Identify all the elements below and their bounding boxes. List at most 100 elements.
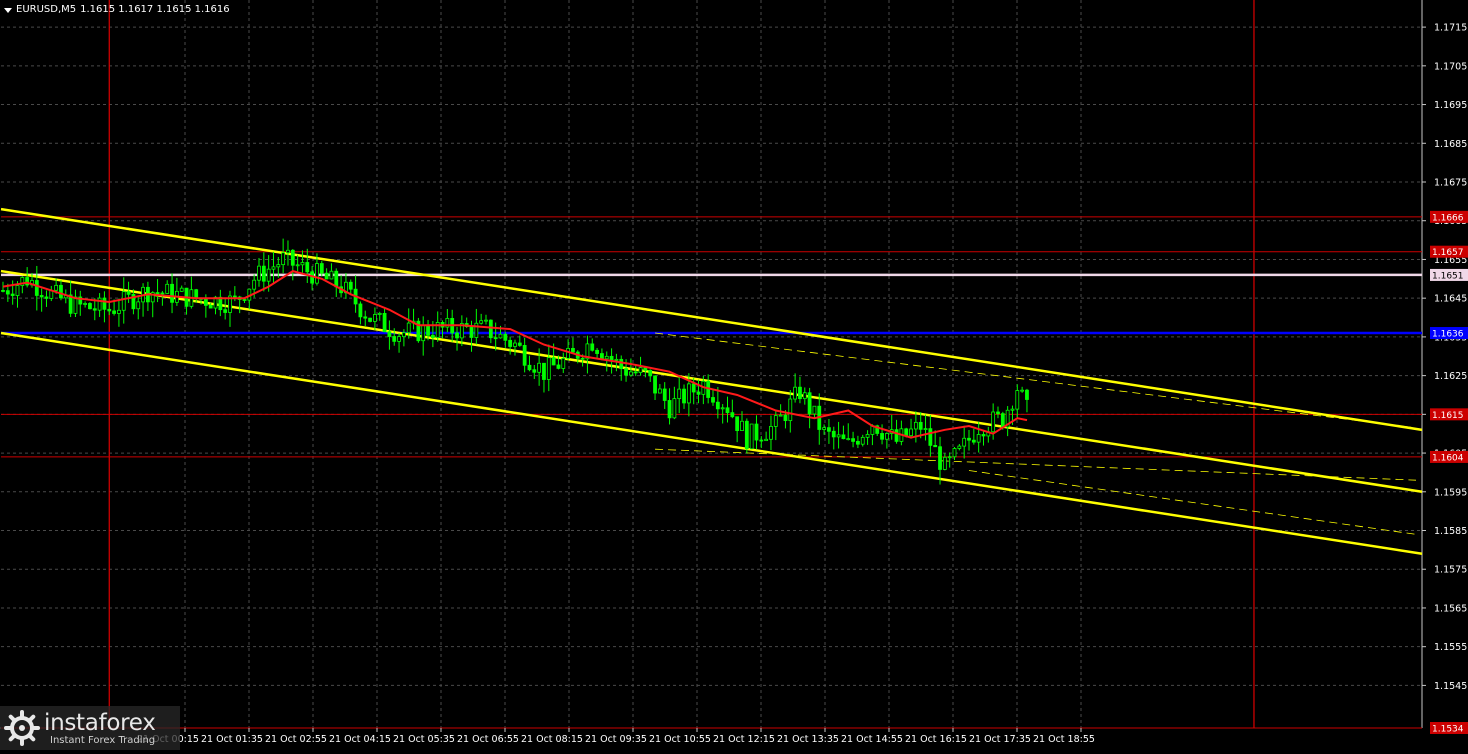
candle-body	[928, 428, 933, 446]
candle-body	[397, 336, 401, 342]
candle-body	[904, 428, 909, 437]
candle-body	[711, 397, 715, 403]
time-tick-label: 21 Oct 12:15	[713, 734, 775, 745]
watermark-tagline: Instant Forex Trading	[50, 734, 156, 746]
candle-body	[59, 284, 63, 299]
candle-body	[846, 438, 851, 441]
candle-body	[508, 339, 513, 347]
time-tick-label: 21 Oct 08:15	[521, 734, 583, 745]
candle-body	[257, 265, 261, 281]
candle-body	[677, 388, 682, 400]
chart-canvas[interactable]: 1.17151.17051.16951.16851.16751.16651.16…	[0, 0, 1468, 750]
candle-body	[962, 437, 967, 447]
candle-body	[788, 398, 793, 422]
candle-body	[83, 303, 88, 305]
candle-body	[155, 292, 160, 294]
candle-body	[1015, 390, 1020, 410]
candle-body	[720, 407, 725, 410]
candle-body	[455, 332, 459, 339]
level-price-tag-label: 1.1666	[1432, 213, 1464, 223]
candle-body	[305, 262, 310, 273]
candle-body	[696, 391, 701, 395]
candle-body	[836, 434, 841, 438]
dropdown-triangle-icon[interactable]	[4, 7, 12, 13]
candle-body	[537, 362, 542, 373]
time-tick-label: 21 Oct 06:55	[457, 734, 519, 745]
price-tick-label: 1.1685	[1434, 139, 1467, 150]
candle-body	[938, 446, 942, 470]
candle-body	[92, 308, 97, 311]
candle-body	[377, 312, 382, 315]
candle-body	[421, 324, 426, 342]
candle-body	[242, 299, 247, 301]
candle-body	[653, 375, 657, 394]
level-price-tag-label: 1.1604	[1432, 453, 1464, 463]
candle-body	[942, 456, 947, 470]
candle-body	[392, 336, 397, 342]
candle-body	[648, 369, 653, 377]
candle-body	[160, 292, 165, 295]
candle-body	[633, 371, 638, 374]
price-tick-label: 1.1705	[1434, 61, 1467, 72]
candle-body	[715, 401, 720, 410]
candle	[416, 317, 421, 343]
candle-body	[918, 421, 923, 430]
candle-body	[493, 337, 498, 340]
candle-body	[744, 420, 749, 450]
candle-body	[170, 283, 174, 303]
price-tick-label: 1.1715	[1434, 23, 1467, 34]
candle-body	[319, 263, 324, 274]
candle-body	[517, 342, 522, 346]
price-tick-label: 1.1625	[1434, 371, 1467, 382]
candle-body	[54, 284, 59, 291]
candle-body	[232, 295, 237, 298]
candle-body	[88, 303, 92, 310]
candle-body	[730, 412, 735, 418]
level-price-tag-label: 1.1636	[1432, 330, 1464, 340]
candle-body	[286, 249, 290, 254]
candle-body	[913, 421, 918, 430]
candle-body	[546, 357, 551, 380]
candle-body	[609, 355, 614, 361]
chart-background	[0, 0, 1468, 750]
candle-body	[735, 416, 740, 431]
candle-body	[556, 364, 561, 369]
level-price-tag-label: 1.1615	[1432, 411, 1464, 421]
candle-body	[798, 386, 802, 400]
candle-body	[208, 305, 213, 309]
candle-body	[290, 249, 295, 266]
candle-body	[754, 423, 759, 441]
candle-body	[909, 428, 913, 437]
candle-body	[571, 348, 575, 353]
candle-body	[488, 319, 493, 339]
watermark-brand: instaforex	[44, 709, 156, 736]
candle-body	[957, 445, 962, 449]
candle-body	[604, 355, 609, 360]
candle-body	[363, 316, 368, 319]
candle-body	[778, 414, 783, 417]
candle-body	[387, 331, 392, 337]
candle-body	[5, 290, 10, 295]
candle-body	[860, 436, 865, 445]
candle-body	[300, 262, 305, 266]
candle-body	[179, 287, 184, 292]
candle-body	[725, 407, 730, 414]
price-tick-label: 1.1575	[1434, 565, 1467, 576]
candle-body	[952, 448, 957, 458]
candle-body	[672, 398, 677, 419]
candle-body	[923, 428, 928, 431]
time-tick-label: 21 Oct 18:55	[1033, 734, 1095, 745]
candle-body	[15, 285, 20, 296]
watermark: instaforex Instant Forex Trading	[0, 706, 180, 750]
candle-body	[276, 264, 281, 268]
candle-body	[1025, 389, 1029, 400]
price-tick-label: 1.1695	[1434, 100, 1467, 111]
price-chart[interactable]: 1.17151.17051.16951.16851.16751.16651.16…	[0, 0, 1468, 750]
candle-body	[691, 383, 696, 393]
time-tick-label: 21 Oct 17:35	[969, 734, 1031, 745]
candle-body	[812, 405, 817, 415]
candle-body	[1010, 408, 1015, 411]
candle-body	[667, 400, 672, 419]
candle-body	[542, 362, 546, 380]
candle-body	[271, 266, 276, 270]
